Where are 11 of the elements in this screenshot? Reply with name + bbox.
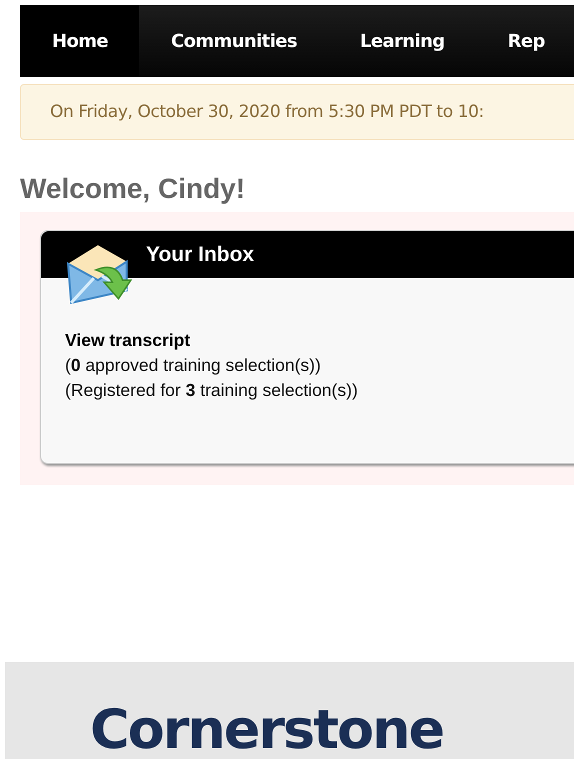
training-count-text: (Registered for 3 training selection(s)) [65,379,359,402]
training-count-text: (0 approved training selection(s)) [65,354,322,377]
nav-tab[interactable]: Home [20,5,139,77]
notice-text: On Friday, October 30, 2020 from 5:30 PM PDT to 10: [50,102,484,122]
welcome-heading: Welcome, Cindy! [20,172,246,206]
logo-wordmark: Cornerstone [90,700,444,759]
nav-tab[interactable]: Communities [139,5,328,77]
nav-tab[interactable]: Rep [476,5,574,77]
nav-tab[interactable]: Learning [328,5,476,77]
card-title: Your Inbox [146,242,254,266]
view-transcript-link[interactable]: View transcript [65,328,574,353]
